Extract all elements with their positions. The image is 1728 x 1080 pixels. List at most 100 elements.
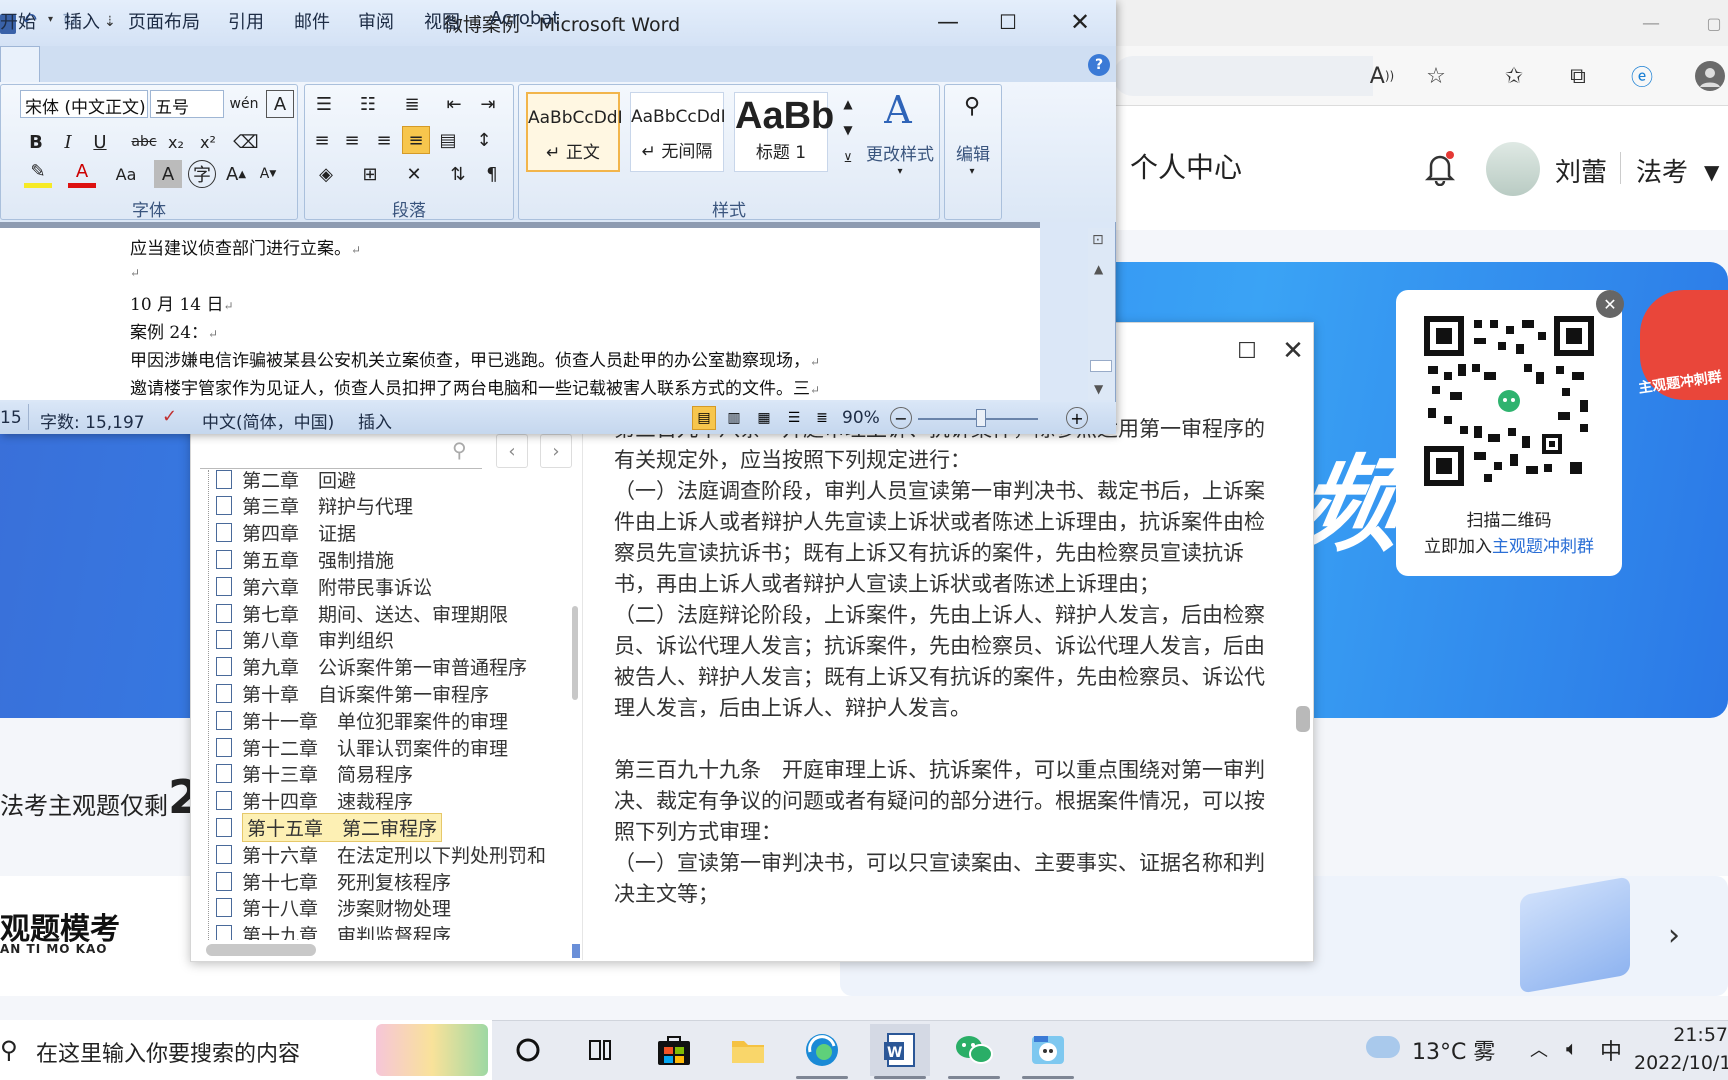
tab-mailings[interactable]: 邮件 [294,8,330,34]
cloud-icon[interactable] [1366,1036,1400,1058]
toc-item[interactable]: 第十三章 简易程序 [216,761,413,787]
maximize-button[interactable]: ☐ [988,4,1028,40]
change-case-icon[interactable]: Aa [112,160,140,188]
page-number[interactable]: 15 [0,408,22,428]
chevron-down-icon[interactable]: ▼ [1704,160,1719,184]
task-view-icon[interactable] [570,1024,630,1076]
avatar[interactable] [1486,142,1540,196]
zoom-in-icon[interactable]: + [1066,407,1088,429]
document-scrollbar[interactable] [1088,228,1114,400]
read-aloud-icon[interactable]: A)) [1364,58,1400,94]
toc-item[interactable]: 第十四章 速裁程序 [216,788,413,814]
edge-sidebar-icon[interactable]: ⓔ [1624,58,1660,94]
qr-close-button[interactable]: ✕ [1596,290,1624,318]
toc-scrollbar[interactable] [572,606,578,700]
personal-center-link[interactable]: 个人中心 [1130,146,1242,186]
toc-item[interactable]: 第十章 自诉案件第一审程序 [216,680,489,706]
toc-item[interactable]: 第二章 回避 [216,470,356,492]
reading-layout-icon[interactable]: ▥ [722,406,746,430]
word-count[interactable]: 字数: 15,197 [40,408,145,433]
tab-review[interactable]: 审阅 [358,8,394,34]
zoom-out-icon[interactable]: − [890,407,912,429]
underline-icon[interactable]: U [86,128,114,156]
align-right-icon[interactable]: ≡ [370,126,398,154]
borders-icon[interactable]: ⊞ [356,160,384,188]
document-page[interactable]: 应当建议侦查部门进行立案。↵ ↵ 10 月 14 日↵ 案例 24：↵ 甲因涉嫌… [0,228,1040,400]
ruler-toggle-icon[interactable]: ⊡ [1092,232,1104,248]
italic-icon[interactable]: I [54,128,82,156]
clock-date[interactable]: 2022/10/1 [1634,1052,1728,1074]
file-explorer-icon[interactable] [718,1024,778,1076]
tab-page-layout[interactable]: 页面布局 [128,8,200,34]
edit-dropdown-icon[interactable]: ▾ [958,164,986,178]
toc-item[interactable]: 第八章 审判组织 [216,627,394,653]
font-color-icon[interactable]: A [68,160,96,188]
toc-item[interactable]: 第七章 期间、送达、审理期限 [216,600,508,626]
change-styles-label[interactable]: 更改样式 [860,140,940,165]
font-name-select[interactable]: 宋体 (中文正文) [20,90,148,118]
wechat-icon[interactable] [944,1024,1004,1076]
tab-acrobat[interactable]: Acrobat [490,8,559,29]
phonetic-guide-icon[interactable]: wén [230,90,259,118]
browser-minimize-button[interactable]: — [1636,8,1666,38]
justify-icon[interactable]: ≡ [402,126,430,154]
grow-font-icon[interactable]: A ▲ [222,160,250,188]
search-icon[interactable]: ⚲ [0,1036,18,1064]
line-spacing-icon[interactable]: ↕ [470,126,498,154]
minimize-button[interactable]: — [928,4,968,40]
toc-prev-button[interactable]: ‹ [496,434,528,468]
bold-icon[interactable]: B [22,128,50,156]
styles-scroll-down-icon[interactable]: ▼ [834,118,862,142]
search-icon[interactable]: ⚲ [452,438,467,462]
numbering-icon[interactable]: ☷ [354,90,382,118]
font-size-select[interactable]: 五号 [150,90,224,118]
ime-indicator[interactable]: 中 [1600,1034,1622,1066]
qr-join-link[interactable]: 主观题冲刺群 [1492,537,1594,557]
subscript-icon[interactable]: x₂ [162,128,190,156]
toc-item[interactable]: 第十九章 审判监督程序 [216,922,451,940]
toc-item[interactable]: 第五章 强制措施 [216,546,394,572]
proofing-icon[interactable]: ✓ [162,406,177,427]
toc-item[interactable]: 第十六章 在法定刑以下判处刑罚和 [216,841,546,867]
show-marks-icon[interactable]: ¶ [478,160,506,188]
user-name[interactable]: 刘蕾 [1555,152,1607,189]
reader-pane-divider[interactable] [582,430,583,960]
shrink-font-icon[interactable]: A ▼ [254,160,282,188]
styles-scroll-up-icon[interactable]: ▲ [834,92,862,116]
scroll-up-icon[interactable]: ▲ [1094,262,1103,276]
sort-icon[interactable]: ⇅ [444,160,472,188]
style-no-spacing[interactable]: AaBbCcDdI ↵ 无间隔 [630,92,726,172]
collections-icon[interactable]: ⧉ [1560,58,1596,94]
toc-item[interactable]: 第十二章 认罪认罚案件的审理 [216,734,508,760]
style-normal[interactable]: AaBbCcDdI ↵ 正文 [526,92,623,172]
char-border-icon[interactable]: A [266,90,294,118]
favorites-icon[interactable]: ✩ [1496,58,1532,94]
toc-item[interactable]: 第十七章 死刑复核程序 [216,868,451,894]
zoom-slider-thumb[interactable] [976,409,986,427]
highlight-icon[interactable]: ✎ [24,160,52,188]
bell-icon[interactable] [1423,150,1457,187]
add-favorite-icon[interactable]: ☆ [1418,58,1454,94]
decrease-indent-icon[interactable]: ⇤ [440,90,468,118]
toc-item[interactable]: 第九章 公诉案件第一审普通程序 [216,654,527,680]
exam-menu[interactable]: 法考 [1636,152,1688,189]
document-scroll-thumb[interactable] [1090,360,1112,372]
zoom-level[interactable]: 90% [842,408,880,428]
language[interactable]: 中文(简体，中国) [202,408,334,433]
scroll-down-icon[interactable]: ▼ [1094,382,1103,396]
enclose-char-icon[interactable]: 字 [188,160,216,188]
toc-search-input[interactable] [200,468,482,469]
toc-item[interactable]: 第十八章 涉案财物处理 [216,895,451,921]
profile-icon[interactable] [1692,58,1728,94]
tab-home[interactable]: 开始 [0,8,36,34]
distribute-icon[interactable]: ▤ [434,126,462,154]
address-bar[interactable] [1113,56,1373,96]
web-layout-icon[interactable]: ▦ [752,406,776,430]
clock-time[interactable]: 21:57 [1634,1024,1728,1046]
clear-format-icon[interactable]: ⌫ [232,128,260,156]
toc-horizontal-scrollbar[interactable] [206,944,316,956]
live-wallpaper-icon[interactable] [1018,1024,1078,1076]
strikethrough-icon[interactable]: abc [130,128,158,156]
print-layout-icon[interactable]: ▤ [692,406,716,430]
chevron-up-icon[interactable]: ︿ [1530,1036,1548,1062]
